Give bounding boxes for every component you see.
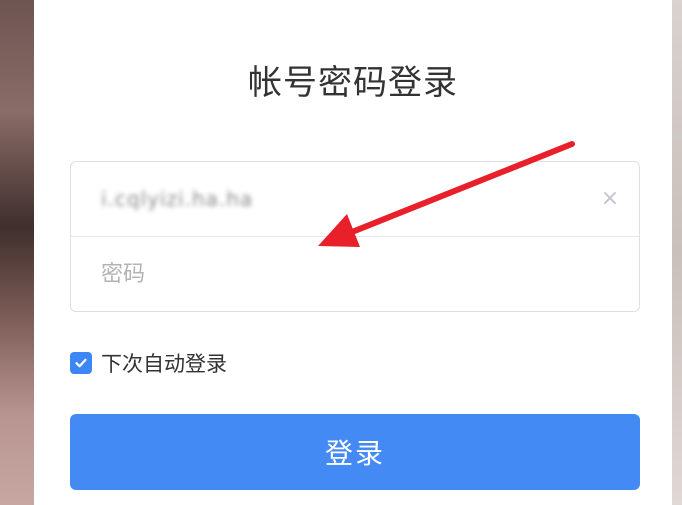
remember-me[interactable]: 下次自动登录	[70, 350, 227, 376]
password-input[interactable]	[71, 237, 639, 312]
page-title: 帐号密码登录	[248, 63, 458, 103]
account-input[interactable]	[71, 162, 639, 236]
close-icon[interactable]: ×	[599, 188, 621, 210]
login-dialog: 帐号密码登录 × 下次自动登录 登录	[34, 0, 672, 505]
account-field: ×	[71, 162, 639, 237]
background-right	[672, 0, 682, 505]
login-button[interactable]: 登录	[70, 414, 640, 490]
background-photo-left	[0, 0, 34, 505]
remember-label: 下次自动登录	[101, 352, 227, 376]
remember-checkbox[interactable]	[70, 352, 92, 374]
password-field	[71, 237, 639, 312]
checkmark-icon	[75, 358, 87, 368]
credentials-group: ×	[70, 161, 640, 312]
